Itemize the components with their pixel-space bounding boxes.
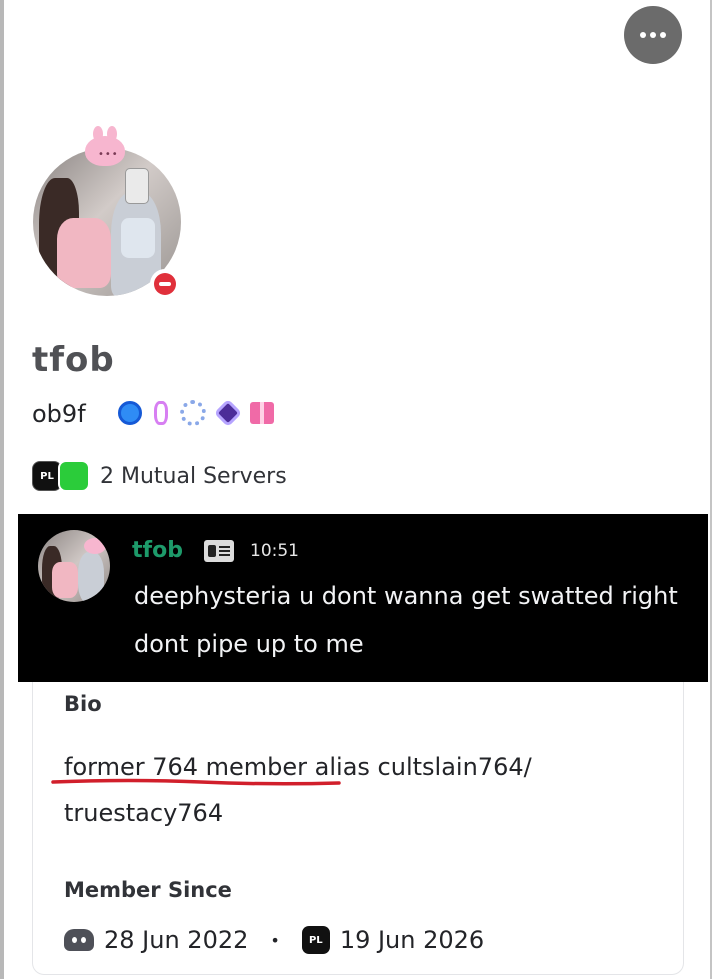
red-underline-annotation — [51, 778, 341, 786]
frame-edge-left — [0, 0, 4, 979]
message-embed: tfob 10:51 deephysteria u dont wanna get… — [18, 514, 708, 682]
avatar-dress — [52, 562, 78, 598]
server-icon-green — [58, 460, 90, 492]
gift-icon[interactable] — [250, 402, 274, 424]
bunny-avatar-decoration-icon — [84, 538, 106, 554]
server-join-date: 19 Jun 2026 — [339, 926, 485, 954]
discord-join-date: 28 Jun 2022 — [104, 926, 249, 954]
bio-card: Bio former 764 member alias cultslain764… — [32, 682, 684, 975]
username[interactable]: ob9f — [32, 400, 86, 428]
gem-icon[interactable] — [154, 401, 168, 425]
nitro-icon[interactable] — [118, 401, 142, 425]
member-since-heading: Member Since — [64, 878, 232, 902]
member-since-row: 28 Jun 2022 • PL 19 Jun 2026 — [64, 926, 484, 954]
avatar-top — [121, 218, 155, 258]
discord-icon — [64, 929, 94, 951]
avatar-person — [78, 552, 104, 602]
quest-icon[interactable] — [213, 398, 243, 428]
laurel-icon[interactable] — [180, 400, 206, 426]
display-name: tfob — [32, 340, 115, 380]
message-line: deephysteria u dont wanna get swatted ri… — [134, 582, 678, 610]
date-separator: • — [270, 930, 280, 950]
message-timestamp: 10:51 — [250, 541, 299, 561]
bio-heading: Bio — [64, 692, 102, 716]
dot-icon — [640, 32, 646, 38]
avatar-phone — [125, 168, 149, 204]
profile-avatar-container[interactable]: ••• — [33, 126, 181, 299]
message-content: deephysteria u dont wanna get swatted ri… — [134, 572, 704, 668]
message-avatar[interactable] — [38, 530, 110, 602]
more-options-button[interactable] — [624, 6, 682, 64]
server-icon-pl: PL — [301, 926, 330, 954]
bunny-avatar-decoration-icon: ••• — [85, 126, 125, 166]
dot-icon — [660, 32, 666, 38]
id-card-icon — [204, 540, 234, 562]
bio-line: truestacy764 — [64, 799, 224, 827]
dnd-status-icon — [150, 269, 180, 299]
avatar-dress — [57, 218, 111, 288]
dot-icon — [650, 32, 656, 38]
mutual-servers-label: 2 Mutual Servers — [100, 463, 287, 489]
mutual-servers[interactable]: PL 2 Mutual Servers — [32, 460, 287, 492]
message-author[interactable]: tfob — [132, 538, 183, 563]
bio-text: former 764 member alias cultslain764/ tr… — [64, 744, 664, 836]
badge-row — [118, 398, 274, 428]
dnd-status-dot — [154, 273, 176, 295]
message-line: dont pipe up to me — [134, 630, 364, 658]
bunny-face: ••• — [98, 149, 119, 160]
